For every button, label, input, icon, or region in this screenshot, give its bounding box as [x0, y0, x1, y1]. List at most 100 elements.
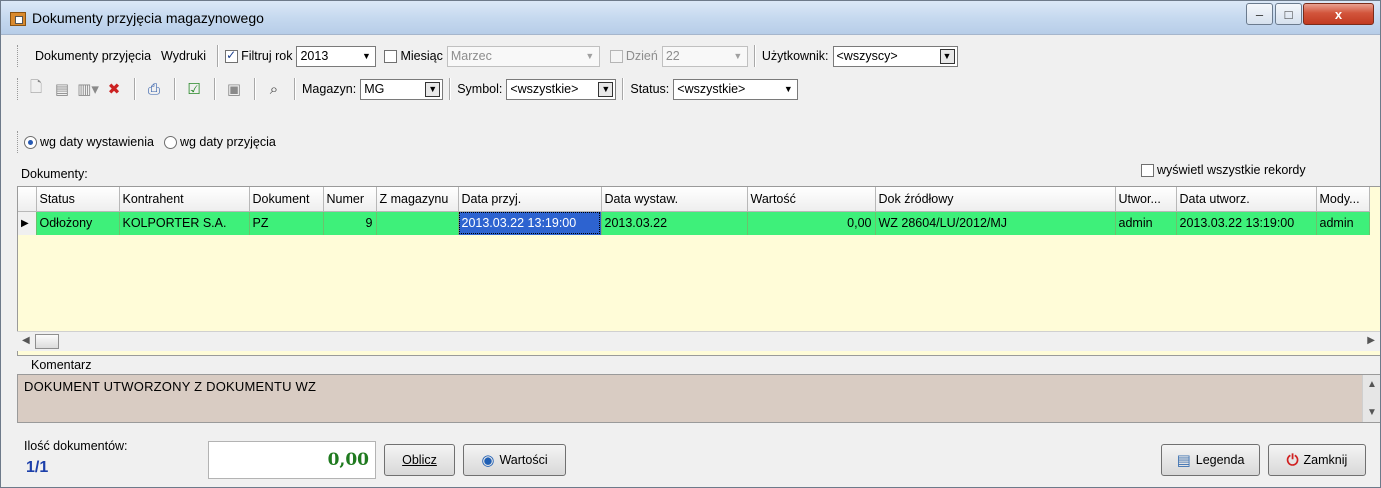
day-select[interactable]: 22 ▼ [661, 45, 748, 67]
status-select[interactable]: <wszystkie> ▼ [673, 78, 799, 100]
radio-issue-date[interactable] [24, 135, 37, 149]
column-header[interactable]: Kontrahent [119, 187, 250, 212]
column-header[interactable]: Data wystaw. [601, 187, 748, 212]
symbol-label: Symbol: [457, 82, 503, 96]
status-value: <wszystkie> [677, 82, 746, 96]
filter-year-label: Filtruj rok [241, 49, 293, 63]
comment-vertical-scrollbar[interactable]: ▲ ▼ [1362, 375, 1380, 422]
warehouse-select[interactable]: MG ▼ [360, 78, 444, 100]
day-label: Dzień [625, 49, 658, 63]
filter-year-checkbox[interactable] [225, 48, 239, 63]
radio-issue-date-label[interactable]: wg daty wystawienia [40, 135, 154, 149]
table-cell[interactable]: 2013.03.22 13:19:00 [1176, 211, 1317, 235]
table-cell[interactable]: admin [1316, 211, 1370, 235]
table-cell[interactable]: PZ [249, 211, 324, 235]
month-value: Marzec [450, 49, 492, 63]
comment-textarea[interactable]: DOKUMENT UTWORZONY Z DOKUMENTU WZ ▲ ▼ [17, 374, 1380, 423]
approve-icon[interactable]: ☑ [182, 77, 206, 101]
column-header[interactable]: Data przyj. [458, 187, 602, 212]
maximize-button[interactable]: □ [1275, 3, 1302, 25]
legend-button[interactable]: ▤ Legenda [1161, 444, 1260, 476]
column-header[interactable]: Z magazynu [376, 187, 459, 212]
year-select[interactable]: 2013 ▼ [296, 45, 377, 67]
column-header[interactable]: Dok źródłowy [875, 187, 1116, 212]
warehouse-label: Magazyn: [302, 82, 357, 96]
radio-receipt-date-label[interactable]: wg daty przyjęcia [180, 135, 276, 149]
column-header[interactable]: Numer [323, 187, 377, 212]
show-all-records-label[interactable]: wyświetl wszystkie rekordy [1157, 163, 1306, 177]
print-icon[interactable]: ⎙ [142, 77, 166, 101]
new-document-icon[interactable]: 🗋 [24, 77, 48, 101]
day-checkbox[interactable] [609, 49, 623, 63]
show-all-records-group: wyświetl wszystkie rekordy [1141, 163, 1306, 177]
table-cell[interactable]: Odłożony [36, 211, 120, 235]
column-header[interactable]: Data utworz. [1176, 187, 1317, 212]
user-value: <wszyscy> [836, 49, 898, 63]
table-cell[interactable]: 9 [323, 211, 377, 235]
sum-value: 0,00 [327, 450, 369, 470]
title-bar[interactable]: Dokumenty przyjęcia magazynowego – □ x [1, 1, 1380, 35]
year-value: 2013 [300, 49, 329, 63]
values-button-label: Wartości [499, 453, 548, 467]
table-cell[interactable]: KOLPORTER S.A. [119, 211, 250, 235]
table-cell[interactable]: 0,00 [747, 211, 876, 235]
menu-dokumenty-przyjecia[interactable]: Dokumenty przyjęcia [30, 49, 156, 63]
scroll-up-icon[interactable]: ▲ [1367, 379, 1377, 390]
toolbar-separator [294, 78, 296, 100]
document-count-label: Ilość dokumentów: [24, 439, 128, 453]
document-count-value: 1/1 [26, 459, 49, 476]
table-cell[interactable]: admin [1115, 211, 1177, 235]
show-all-records-checkbox[interactable] [1141, 163, 1154, 177]
month-checkbox[interactable] [384, 49, 398, 63]
toolbar-grip[interactable] [17, 45, 20, 67]
column-header[interactable]: Wartość [747, 187, 876, 212]
menu-wydruki[interactable]: Wydruki [156, 49, 211, 63]
row-indicator-header [18, 187, 37, 212]
table-row[interactable]: ▶ Odłożony KOLPORTER S.A. PZ 9 2013.03.2… [18, 211, 1370, 235]
symbol-select[interactable]: <wszystkie> ▼ [506, 78, 617, 100]
radio-receipt-date[interactable] [163, 135, 177, 149]
edit-document-icon[interactable]: ▤ [50, 77, 74, 101]
power-icon: ⏻ [1286, 451, 1299, 469]
legend-icon: ▤ [1176, 452, 1191, 469]
scroll-down-icon[interactable]: ▼ [1367, 407, 1377, 418]
close-window-button[interactable]: x [1303, 3, 1374, 25]
column-header[interactable]: Mody... [1316, 187, 1370, 212]
minimize-button[interactable]: – [1246, 3, 1273, 25]
toolbar-separator [622, 78, 625, 100]
toolbar-grip[interactable] [17, 131, 20, 153]
table-cell[interactable] [376, 211, 459, 235]
action-toolbar: 🗋 ▤ ▥▾ ✖ ⎙ ☑ ▣ ⌕ Magazyn: MG ▼ Symbol: <… [17, 74, 799, 104]
table-cell[interactable]: 2013.03.22 [601, 211, 748, 235]
column-header[interactable]: Status [36, 187, 120, 212]
table-cell-selected[interactable]: 2013.03.22 13:19:00 [458, 211, 602, 235]
column-header[interactable]: Utwor... [1115, 187, 1177, 212]
disabled-icon[interactable]: ▣ [222, 77, 246, 101]
column-header[interactable]: Dokument [249, 187, 324, 212]
copy-document-icon[interactable]: ▥▾ [76, 77, 100, 101]
toolbar-separator [753, 45, 756, 67]
toolbar-separator [217, 45, 220, 67]
calculate-button[interactable]: Oblicz [384, 444, 455, 476]
toolbar-separator [449, 78, 452, 100]
scroll-right-icon[interactable]: ▶ [1367, 335, 1375, 346]
table-cell[interactable]: WZ 28604/LU/2012/MJ [875, 211, 1116, 235]
values-button[interactable]: ◉ Wartości [463, 444, 566, 476]
horizontal-scrollbar[interactable]: ◀ ▶ [17, 331, 1380, 351]
toolbar-grip[interactable] [17, 78, 20, 100]
row-pointer-icon: ▶ [18, 211, 37, 235]
sum-value-box: 0,00 [208, 441, 376, 479]
toolbar-separator [174, 78, 176, 100]
user-select[interactable]: <wszyscy> ▼ [832, 45, 958, 67]
search-icon[interactable]: ⌕ [262, 77, 286, 101]
scroll-thumb[interactable] [35, 334, 59, 349]
comment-label: Komentarz [31, 358, 92, 372]
date-mode-group: wg daty wystawienia wg daty przyjęcia [17, 127, 280, 157]
chevron-down-icon: ▼ [598, 81, 614, 97]
close-button[interactable]: ⏻ Zamknij [1268, 444, 1366, 476]
delete-document-icon[interactable]: ✖ [102, 77, 126, 101]
month-select[interactable]: Marzec ▼ [446, 45, 600, 67]
main-window: Dokumenty przyjęcia magazynowego – □ x D… [0, 0, 1381, 488]
scroll-left-icon[interactable]: ◀ [22, 335, 30, 346]
toolbar-separator [134, 78, 136, 100]
